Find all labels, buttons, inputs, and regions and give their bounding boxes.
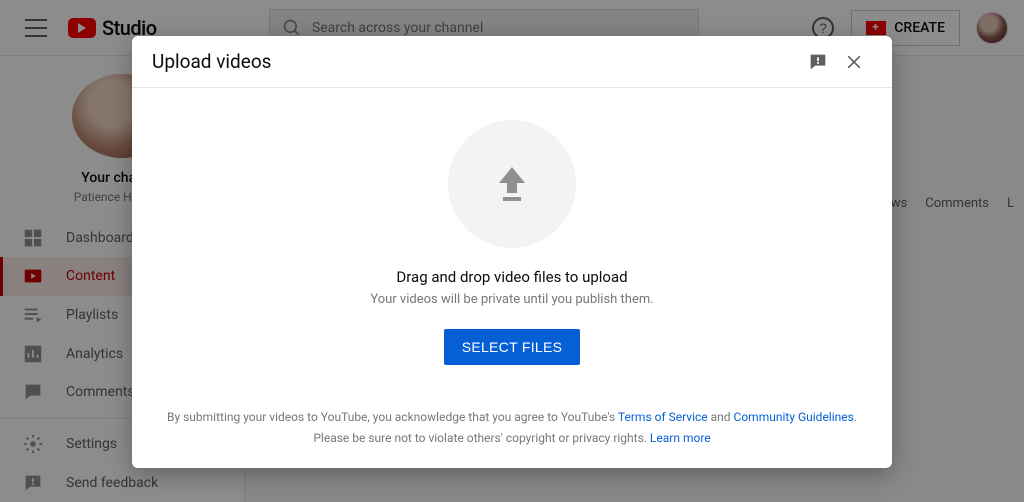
modal-overlay[interactable]: Upload videos Drag and drop video files … bbox=[0, 0, 1024, 502]
footer-text: and bbox=[708, 410, 734, 424]
learn-more-link[interactable]: Learn more bbox=[650, 431, 711, 445]
upload-dropzone[interactable] bbox=[448, 120, 576, 248]
modal-close-button[interactable] bbox=[836, 44, 872, 80]
drop-title: Drag and drop video files to upload bbox=[396, 268, 627, 286]
modal-body[interactable]: Drag and drop video files to upload Your… bbox=[132, 88, 892, 393]
footer-text: . bbox=[854, 410, 857, 424]
modal-title: Upload videos bbox=[152, 50, 271, 73]
select-files-button[interactable]: SELECT FILES bbox=[444, 329, 581, 365]
modal-feedback-button[interactable] bbox=[800, 44, 836, 80]
close-icon bbox=[844, 52, 864, 72]
feedback-icon bbox=[807, 51, 829, 73]
footer-text: By submitting your videos to YouTube, yo… bbox=[167, 410, 618, 424]
upload-arrow-icon bbox=[489, 161, 535, 207]
footer-text: Please be sure not to violate others' co… bbox=[313, 431, 650, 445]
drop-subtitle: Your videos will be private until you pu… bbox=[370, 292, 653, 307]
modal-header: Upload videos bbox=[132, 36, 892, 88]
upload-modal: Upload videos Drag and drop video files … bbox=[132, 36, 892, 468]
modal-footer: By submitting your videos to YouTube, yo… bbox=[132, 393, 892, 468]
terms-of-service-link[interactable]: Terms of Service bbox=[618, 410, 708, 424]
community-guidelines-link[interactable]: Community Guidelines bbox=[734, 410, 854, 424]
